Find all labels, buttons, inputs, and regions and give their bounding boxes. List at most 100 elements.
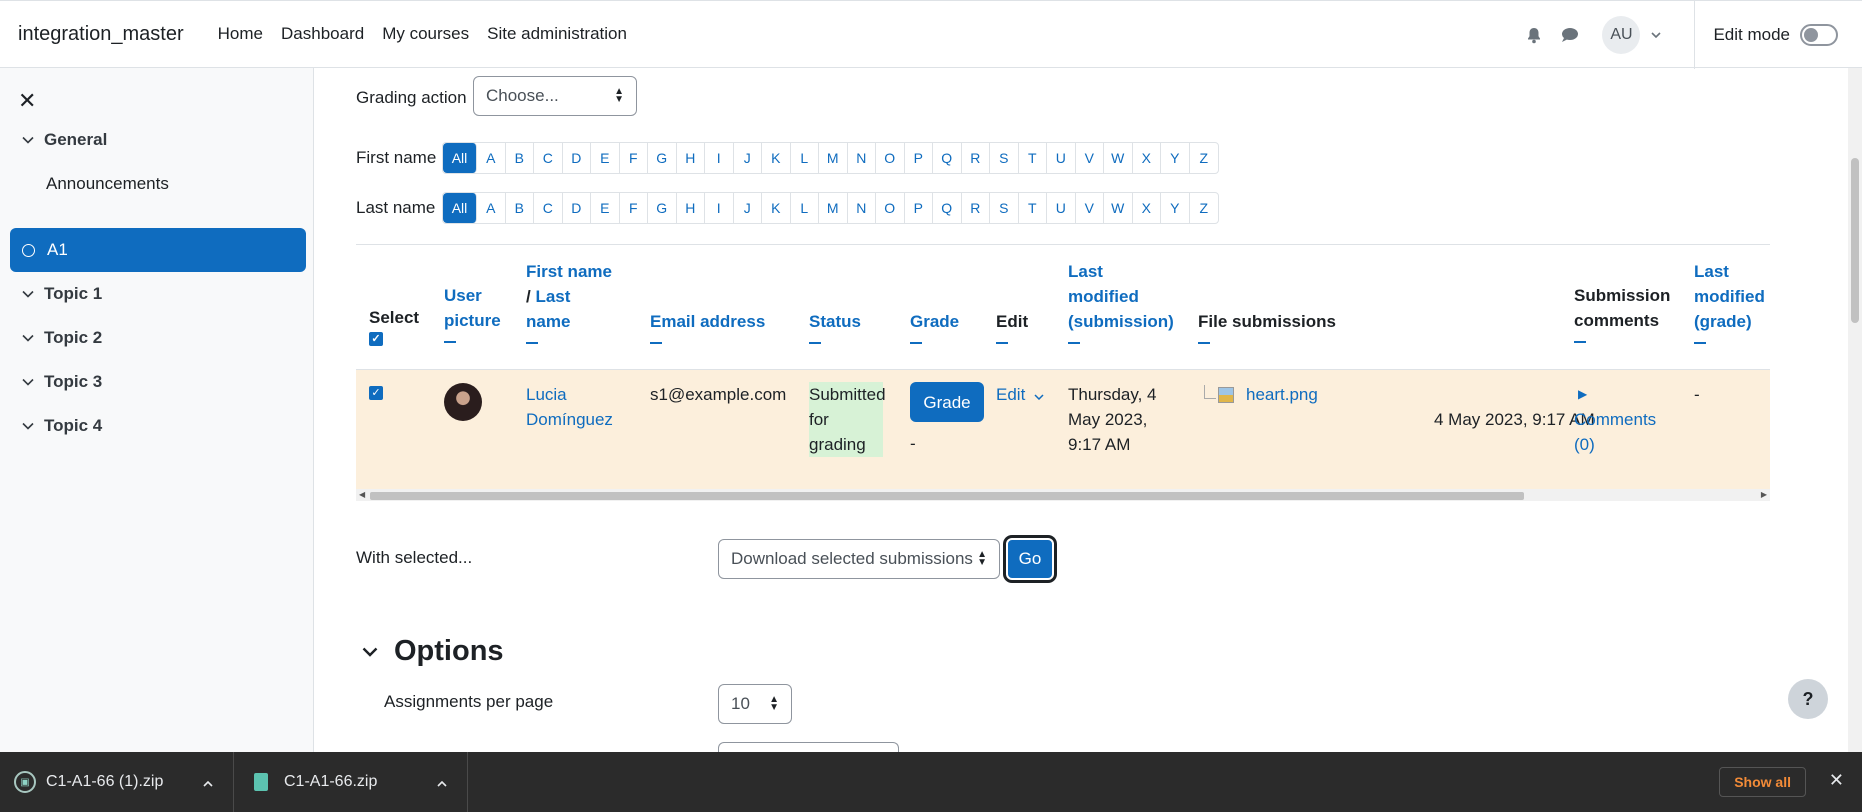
initial-q[interactable]: Q — [933, 143, 962, 173]
initial-v[interactable]: V — [1076, 143, 1104, 173]
initial-z[interactable]: Z — [1190, 143, 1219, 173]
initial-g[interactable]: G — [648, 143, 677, 173]
site-name[interactable]: integration_master — [18, 23, 184, 46]
chevron-down-icon[interactable] — [10, 287, 36, 301]
download-item[interactable]: ▣ C1-A1-66 (1).zip — [0, 752, 234, 812]
chevron-down-icon[interactable] — [10, 133, 36, 147]
header-last-modified-grade[interactable]: Last modified (grade) — [1694, 259, 1765, 344]
file-link[interactable]: heart.png — [1246, 382, 1318, 407]
edit-mode-switch[interactable]: Edit mode — [1713, 24, 1838, 46]
close-icon[interactable]: ✕ — [18, 88, 36, 114]
chat-icon[interactable] — [1558, 23, 1582, 47]
initial-v[interactable]: V — [1076, 193, 1104, 223]
initial-a[interactable]: A — [477, 193, 506, 223]
header-last-modified-submission[interactable]: Last modified (submission) — [1068, 259, 1174, 344]
chevron-down-icon[interactable] — [10, 375, 36, 389]
initial-x[interactable]: X — [1133, 143, 1161, 173]
bell-icon[interactable] — [1522, 23, 1546, 47]
initial-b[interactable]: B — [506, 143, 534, 173]
initial-e[interactable]: E — [591, 193, 620, 223]
chevron-down-icon[interactable] — [10, 419, 36, 433]
initial-h[interactable]: H — [677, 143, 705, 173]
initial-n[interactable]: N — [848, 193, 876, 223]
row-select-checkbox[interactable]: ✓ — [369, 386, 383, 400]
nav-my-courses[interactable]: My courses — [382, 20, 469, 48]
close-icon[interactable]: ✕ — [1829, 770, 1844, 791]
initial-b[interactable]: B — [506, 193, 534, 223]
horizontal-scrollbar[interactable]: ◀ ▶ — [356, 489, 1770, 501]
header-status[interactable]: Status — [809, 309, 861, 344]
select-all-checkbox[interactable]: ✓ — [369, 332, 419, 346]
drawer-item-a1[interactable]: A1 — [10, 228, 306, 272]
initial-u[interactable]: U — [1047, 143, 1076, 173]
initial-t[interactable]: T — [1019, 193, 1047, 223]
drawer-section-topic-3[interactable]: Topic 3 — [10, 360, 306, 404]
initial-i[interactable]: I — [705, 143, 734, 173]
options-section-header[interactable]: Options — [362, 635, 504, 668]
initial-all[interactable]: All — [443, 143, 477, 173]
initial-f[interactable]: F — [620, 143, 648, 173]
initial-y[interactable]: Y — [1161, 193, 1190, 223]
scroll-right-icon[interactable]: ▶ — [1761, 490, 1767, 499]
edit-mode-toggle[interactable] — [1800, 24, 1838, 46]
chevron-down-icon[interactable] — [1644, 23, 1668, 47]
initial-p[interactable]: P — [905, 143, 933, 173]
initial-s[interactable]: S — [990, 193, 1019, 223]
initial-g[interactable]: G — [648, 193, 677, 223]
initial-z[interactable]: Z — [1190, 193, 1219, 223]
help-button[interactable]: ? — [1788, 679, 1828, 719]
initial-o[interactable]: O — [876, 143, 905, 173]
initial-d[interactable]: D — [563, 193, 591, 223]
user-avatar[interactable]: AU — [1602, 16, 1641, 54]
sort-first-name[interactable]: First name — [526, 259, 612, 284]
initial-t[interactable]: T — [1019, 143, 1047, 173]
initial-c[interactable]: C — [534, 143, 563, 173]
comments-toggle[interactable]: ▶ Comments (0) — [1574, 382, 1656, 457]
drawer-section-general[interactable]: General — [10, 118, 306, 162]
initial-h[interactable]: H — [677, 193, 705, 223]
initial-all[interactable]: All — [443, 193, 477, 223]
initial-u[interactable]: U — [1047, 193, 1076, 223]
student-name-link[interactable]: Lucia Domínguez — [526, 382, 613, 432]
nav-home[interactable]: Home — [218, 20, 263, 48]
grade-button[interactable]: Grade — [910, 382, 984, 422]
initial-x[interactable]: X — [1133, 193, 1161, 223]
initial-w[interactable]: W — [1104, 143, 1133, 173]
initial-s[interactable]: S — [990, 143, 1019, 173]
initial-f[interactable]: F — [620, 193, 648, 223]
chevron-down-icon[interactable] — [10, 331, 36, 345]
sort-last-name[interactable]: Last — [535, 287, 570, 306]
drawer-section-topic-2[interactable]: Topic 2 — [10, 316, 306, 360]
initial-l[interactable]: L — [791, 143, 819, 173]
initial-i[interactable]: I — [705, 193, 734, 223]
edit-menu[interactable]: Edit — [996, 382, 1044, 407]
initial-j[interactable]: J — [734, 143, 762, 173]
initial-p[interactable]: P — [905, 193, 933, 223]
initial-m[interactable]: M — [819, 193, 848, 223]
vertical-scrollbar[interactable] — [1848, 68, 1862, 752]
header-grade[interactable]: Grade — [910, 309, 959, 344]
initial-r[interactable]: R — [962, 193, 990, 223]
drawer-section-topic-1[interactable]: Topic 1 — [10, 272, 306, 316]
nav-dashboard[interactable]: Dashboard — [281, 20, 364, 48]
initial-y[interactable]: Y — [1161, 143, 1190, 173]
go-button[interactable]: Go — [1006, 538, 1054, 580]
initial-e[interactable]: E — [591, 143, 620, 173]
assignments-per-page-select[interactable]: 10 ▲ ▼ — [718, 684, 792, 724]
initial-q[interactable]: Q — [933, 193, 962, 223]
chevron-up-icon[interactable] — [437, 774, 447, 790]
scroll-left-icon[interactable]: ◀ — [359, 490, 365, 499]
initial-j[interactable]: J — [734, 193, 762, 223]
drawer-section-topic-4[interactable]: Topic 4 — [10, 404, 306, 448]
initial-w[interactable]: W — [1104, 193, 1133, 223]
initial-d[interactable]: D — [563, 143, 591, 173]
drawer-item-announcements[interactable]: Announcements — [10, 162, 306, 206]
scrollbar-thumb[interactable] — [370, 492, 1524, 500]
with-selected-select[interactable]: Download selected submissions ▲ ▼ — [718, 539, 1000, 579]
nav-site-administration[interactable]: Site administration — [487, 20, 627, 48]
grading-action-select[interactable]: Choose... ▲ ▼ — [473, 76, 637, 116]
initial-c[interactable]: C — [534, 193, 563, 223]
initial-m[interactable]: M — [819, 143, 848, 173]
initial-n[interactable]: N — [848, 143, 876, 173]
download-item[interactable]: C1-A1-66.zip — [234, 752, 468, 812]
